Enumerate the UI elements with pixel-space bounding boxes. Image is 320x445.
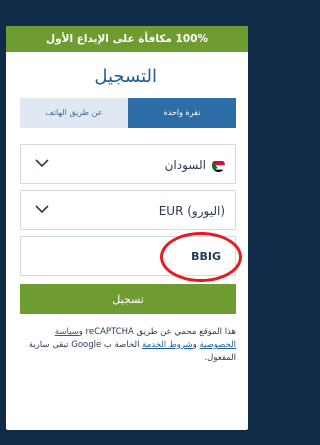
sudan-flag-icon [212, 159, 225, 172]
bonus-banner: 100% مكافأة على الإيداع الأول [6, 26, 248, 52]
currency-select[interactable]: EUR (اليورو) [20, 190, 236, 230]
tab-by-phone[interactable]: عن طريق الهاتف [20, 98, 128, 128]
page-title: التسجيل [94, 66, 157, 87]
country-select[interactable]: السودان [20, 144, 236, 184]
promo-code-input[interactable] [21, 237, 235, 275]
legal-text-part1: هذا الموقع محمي عن طريق reCAPTCHA و [78, 327, 236, 337]
chevron-down-icon [35, 205, 49, 214]
recaptcha-notice: هذا الموقع محمي عن طريق reCAPTCHA وسياسة… [20, 326, 236, 365]
registration-tabs: عن طريق الهاتف نقرة واحدة [20, 98, 236, 128]
country-name: السودان [164, 158, 206, 172]
promo-code-field [20, 236, 236, 276]
terms-of-service-link[interactable]: شروط الخدمة [142, 340, 193, 350]
currency-value: EUR (اليورو) [158, 204, 225, 218]
chevron-down-icon [35, 159, 49, 168]
register-button[interactable]: تسجيل [20, 284, 236, 314]
tab-one-click[interactable]: نقرة واحدة [128, 98, 236, 128]
